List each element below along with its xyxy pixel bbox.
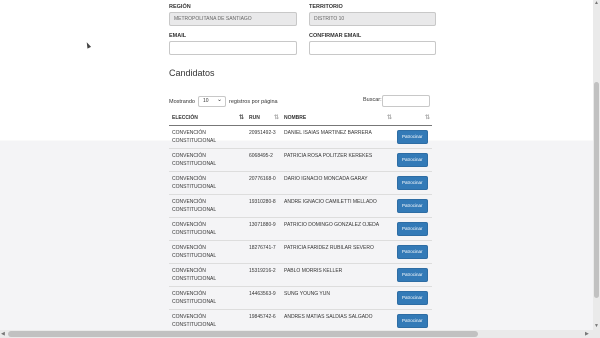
sponsor-button[interactable]: Patrocinar xyxy=(397,313,428,328)
action-cell: Patrocinar xyxy=(394,124,432,148)
show-prefix: Mostrando xyxy=(169,98,195,105)
action-cell: Patrocinar xyxy=(394,239,432,263)
run-cell: 18276741-7 xyxy=(246,239,281,263)
search-label: Buscar: xyxy=(363,97,382,103)
name-cell: DARIO IGNACIO MONCADA GARAY xyxy=(281,170,394,194)
scroll-up-icon[interactable]: ▲ xyxy=(594,0,599,6)
column-header-run[interactable]: RUN ⇅ xyxy=(246,111,281,126)
table-row: CONVENCIÓN CONSTITUCIONAL 14463563-9 SUNG … xyxy=(169,285,432,309)
table-row: CONVENCIÓN CONSTITUCIONAL 19845742-6 ANDRE… xyxy=(169,308,432,330)
sponsor-button[interactable]: Patrocinar xyxy=(397,152,428,167)
territory-label: TERRITORIO xyxy=(309,4,343,10)
confirm-email-field[interactable] xyxy=(309,41,436,55)
run-cell: 20776168-0 xyxy=(246,170,281,194)
candidates-table: ELECCIÓN ⇅ RUN ⇅ NOMBRE ⇅ ⇅ CONVENCIÓN CONS… xyxy=(169,111,432,330)
mouse-cursor-icon xyxy=(84,41,92,49)
region-label: REGIÓN xyxy=(169,4,191,10)
column-header-election[interactable]: ELECCIÓN ⇅ xyxy=(169,111,246,126)
name-cell: DANIEL ISAIAS MARTINEZ BARRERA xyxy=(281,124,394,148)
table-row: CONVENCIÓN CONSTITUCIONAL 15319216-2 PABLO… xyxy=(169,262,432,286)
action-cell: Patrocinar xyxy=(394,193,432,217)
column-header-name[interactable]: NOMBRE ⇅ xyxy=(281,111,394,126)
name-cell: PATRICIO DOMINGO GONZALEZ OJEDA xyxy=(281,216,394,240)
table-row: CONVENCIÓN CONSTITUCIONAL 13071880-9 PATRI… xyxy=(169,216,432,240)
election-cell: CONVENCIÓN CONSTITUCIONAL xyxy=(169,124,246,148)
scroll-right-icon[interactable]: ▶ xyxy=(585,331,589,337)
sponsor-button[interactable]: Patrocinar xyxy=(397,198,428,213)
election-cell: CONVENCIÓN CONSTITUCIONAL xyxy=(169,285,246,309)
election-cell: CONVENCIÓN CONSTITUCIONAL xyxy=(169,308,246,330)
action-cell: Patrocinar xyxy=(394,216,432,240)
sort-icon: ⇅ xyxy=(273,115,279,121)
scroll-down-icon[interactable]: ▼ xyxy=(594,323,599,329)
election-cell: CONVENCIÓN CONSTITUCIONAL xyxy=(169,262,246,286)
table-row: CONVENCIÓN CONSTITUCIONAL 20951492-3 DANIE… xyxy=(169,124,432,148)
election-cell: CONVENCIÓN CONSTITUCIONAL xyxy=(169,170,246,194)
vertical-scrollbar[interactable]: ▲ ▼ xyxy=(593,0,600,338)
action-cell: Patrocinar xyxy=(394,147,432,171)
section-title: Candidatos xyxy=(169,68,215,78)
run-cell: 20951492-3 xyxy=(246,124,281,148)
sponsor-button[interactable]: Patrocinar xyxy=(397,221,428,236)
horizontal-scrollbar[interactable]: ◀ ▶ xyxy=(0,330,593,338)
election-cell: CONVENCIÓN CONSTITUCIONAL xyxy=(169,147,246,171)
run-cell: 19310280-8 xyxy=(246,193,281,217)
sponsor-button[interactable]: Patrocinar xyxy=(397,244,428,259)
table-row: CONVENCIÓN CONSTITUCIONAL 20776168-0 DARIO… xyxy=(169,170,432,194)
sponsor-button[interactable]: Patrocinar xyxy=(397,175,428,190)
territory-field: DISTRITO 10 xyxy=(309,12,436,26)
run-cell: 19845742-6 xyxy=(246,308,281,330)
name-cell: ANDRES MATIAS SALDIAS SALGADO xyxy=(281,308,394,330)
table-row: CONVENCIÓN CONSTITUCIONAL 19310280-8 ANDRE… xyxy=(169,193,432,217)
sort-icon: ⇅ xyxy=(424,115,430,121)
name-cell: PATRICIA FARIDEZ RUBILAR SEVERO xyxy=(281,239,394,263)
page-size-control: Mostrando 10 registros por página xyxy=(169,96,278,107)
action-cell: Patrocinar xyxy=(394,170,432,194)
election-cell: CONVENCIÓN CONSTITUCIONAL xyxy=(169,193,246,217)
table-row: CONVENCIÓN CONSTITUCIONAL 18276741-7 PATRI… xyxy=(169,239,432,263)
run-cell: 15319216-2 xyxy=(246,262,281,286)
horizontal-scrollbar-thumb[interactable] xyxy=(8,331,478,337)
action-cell: Patrocinar xyxy=(394,285,432,309)
election-cell: CONVENCIÓN CONSTITUCIONAL xyxy=(169,239,246,263)
table-row: CONVENCIÓN CONSTITUCIONAL 6068495-2 PATRIC… xyxy=(169,147,432,171)
page-content: REGIÓN METROPOLITANA DE SANTIAGO TERRITO… xyxy=(0,0,593,330)
email-field[interactable] xyxy=(169,41,297,55)
election-cell: CONVENCIÓN CONSTITUCIONAL xyxy=(169,216,246,240)
name-cell: ANDRE IGNACIO CAMILETTI MELLADO xyxy=(281,193,394,217)
search-input[interactable] xyxy=(382,95,430,107)
confirm-email-label: CONFIRMAR EMAIL xyxy=(309,33,362,39)
sort-icon: ⇅ xyxy=(238,115,244,121)
run-cell: 14463563-9 xyxy=(246,285,281,309)
region-field: METROPOLITANA DE SANTIAGO xyxy=(169,12,297,26)
vertical-scrollbar-thumb[interactable] xyxy=(594,82,599,298)
name-cell: PATRICIA ROSA POLITZER KEREKES xyxy=(281,147,394,171)
action-cell: Patrocinar xyxy=(394,262,432,286)
show-suffix: registros por página xyxy=(229,98,278,105)
name-cell: PABLO MORRIS KELLER xyxy=(281,262,394,286)
email-label: EMAIL xyxy=(169,33,187,39)
scroll-left-icon[interactable]: ◀ xyxy=(1,331,5,337)
action-cell: Patrocinar xyxy=(394,308,432,330)
page-size-select[interactable]: 10 xyxy=(198,96,226,107)
run-cell: 6068495-2 xyxy=(246,147,281,171)
run-cell: 13071880-9 xyxy=(246,216,281,240)
sponsor-button[interactable]: Patrocinar xyxy=(397,267,428,282)
column-header-action[interactable]: ⇅ xyxy=(394,111,432,126)
sort-icon: ⇅ xyxy=(386,115,392,121)
sponsor-button[interactable]: Patrocinar xyxy=(397,290,428,305)
sponsor-button[interactable]: Patrocinar xyxy=(397,129,428,144)
name-cell: SUNG YOUNG YUN xyxy=(281,285,394,309)
